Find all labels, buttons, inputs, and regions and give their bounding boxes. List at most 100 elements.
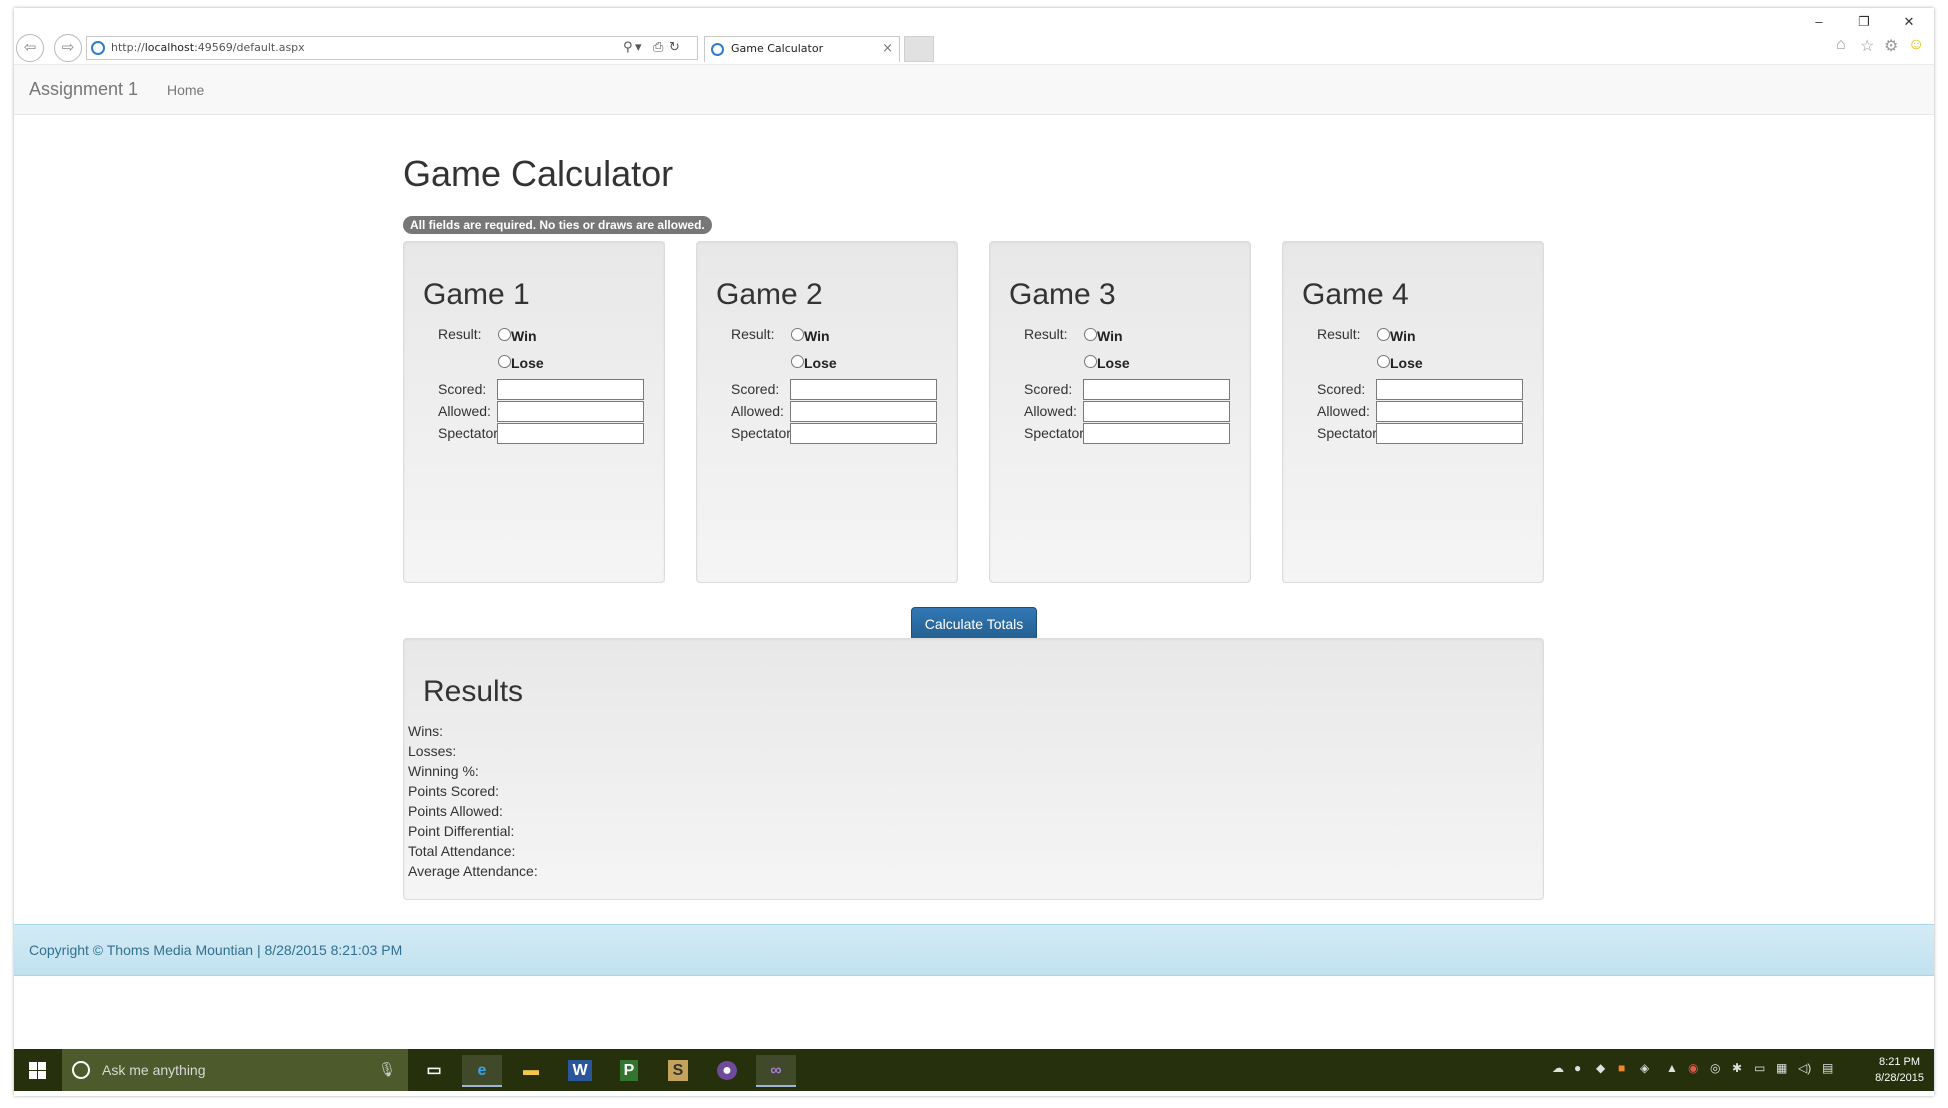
close-tab-icon[interactable]: × (882, 37, 893, 61)
page-title: Game Calculator (403, 153, 674, 194)
cortana-search-box[interactable]: Ask me anything 🎙 (62, 1049, 408, 1091)
requirement-badge: All fields are required. No ties or draw… (403, 216, 712, 234)
home-icon[interactable]: ⌂ (1836, 36, 1846, 54)
volume-icon[interactable]: ◁) (1798, 1061, 1811, 1075)
feedback-smiley-icon[interactable]: ☺ (1908, 36, 1924, 54)
spectator-input[interactable] (497, 423, 644, 444)
scored-input[interactable] (790, 379, 937, 400)
back-button[interactable]: ⇦ (16, 34, 44, 62)
internet-explorer-icon[interactable]: e (462, 1055, 502, 1087)
search-placeholder: Ask me anything (102, 1062, 206, 1078)
start-button[interactable] (14, 1049, 60, 1091)
compat-view-icon[interactable]: ⎙ (653, 37, 663, 59)
lose-label[interactable]: Lose (1390, 355, 1423, 371)
close-window-icon[interactable]: ✕ (1894, 14, 1924, 30)
settings-gear-icon[interactable]: ⚙ (1884, 36, 1898, 56)
taskbar-clock[interactable]: 8:21 PM 8/28/2015 (1875, 1054, 1924, 1086)
tray-app-icon[interactable]: ✱ (1732, 1061, 1742, 1075)
chrome-icon[interactable]: ◉ (1688, 1061, 1698, 1075)
allowed-label: Allowed: (1317, 403, 1370, 419)
result-average-attendance: Average Attendance: (408, 863, 538, 879)
cortana-icon (72, 1061, 90, 1079)
file-explorer-icon[interactable]: ▬ (511, 1055, 551, 1087)
tray-app-icon[interactable]: ◎ (1710, 1061, 1720, 1075)
spectator-input[interactable] (1083, 423, 1230, 444)
lose-radio[interactable] (1084, 355, 1097, 368)
search-icon[interactable]: ⚲ (623, 37, 633, 59)
visual-studio-icon[interactable]: ∞ (756, 1055, 796, 1087)
browser-chrome: ⇦ ⇨ http://localhost:49569/default.aspx … (14, 8, 1934, 64)
refresh-icon[interactable]: ↻ (669, 37, 680, 59)
spectator-label: Spectator (731, 425, 791, 441)
game-title: Game 3 (1009, 278, 1116, 311)
spectator-label: Spectator (1024, 425, 1084, 441)
scored-label: Scored: (731, 381, 780, 397)
win-label[interactable]: Win (511, 328, 537, 344)
result-label: Result: (1024, 326, 1068, 342)
results-title: Results (423, 675, 524, 708)
restore-icon[interactable]: ❐ (1849, 14, 1879, 30)
lose-label[interactable]: Lose (1097, 355, 1130, 371)
scored-label: Scored: (1024, 381, 1073, 397)
game-title: Game 1 (423, 278, 530, 311)
notification-bell-icon[interactable]: ▲ (1666, 1061, 1678, 1075)
snipping-tool-icon[interactable]: S (658, 1055, 698, 1087)
address-bar[interactable]: http://localhost:49569/default.aspx ⚲ ▾ … (86, 36, 698, 60)
spectator-input[interactable] (790, 423, 937, 444)
game-panel-1: Game 1 Result: Win Lose Scored: Allowed:… (403, 241, 665, 583)
task-view-icon[interactable]: ▭ (414, 1055, 454, 1087)
screen-frame: ⇦ ⇨ http://localhost:49569/default.aspx … (14, 8, 1934, 1096)
github-icon[interactable]: ● (707, 1055, 747, 1087)
calculate-totals-button[interactable]: Calculate Totals (911, 607, 1037, 641)
clock-time: 8:21 PM (1879, 1056, 1921, 1068)
word-icon[interactable]: W (560, 1055, 600, 1087)
microphone-icon[interactable]: 🎙 (378, 1061, 396, 1078)
win-radio[interactable] (498, 328, 511, 341)
win-label[interactable]: Win (1390, 328, 1416, 344)
minimize-icon[interactable]: – (1804, 14, 1834, 29)
win-label[interactable]: Win (1097, 328, 1123, 344)
tray-app-icon[interactable]: ■ (1618, 1061, 1625, 1075)
tray-app-icon[interactable]: ◆ (1596, 1061, 1605, 1075)
dropdown-icon[interactable]: ▾ (635, 37, 642, 59)
win-radio[interactable] (1084, 328, 1097, 341)
allowed-input[interactable] (1083, 401, 1230, 422)
scored-input[interactable] (1376, 379, 1523, 400)
nav-link-home[interactable]: Home (167, 82, 204, 98)
result-losses: Losses: (408, 743, 457, 759)
power-icon[interactable]: ▭ (1754, 1061, 1765, 1075)
favorites-star-icon[interactable]: ☆ (1860, 36, 1874, 56)
tray-app-icon[interactable]: ◈ (1640, 1061, 1649, 1075)
tab-title: Game Calculator (731, 42, 824, 55)
network-icon[interactable]: ▦ (1776, 1061, 1787, 1075)
page-footer: Copyright © Thoms Media Mountian | 8/28/… (14, 924, 1934, 976)
allowed-input[interactable] (790, 401, 937, 422)
result-label: Result: (731, 326, 775, 342)
allowed-input[interactable] (1376, 401, 1523, 422)
win-label[interactable]: Win (804, 328, 830, 344)
scored-label: Scored: (1317, 381, 1366, 397)
project-icon[interactable]: P (609, 1055, 649, 1087)
new-tab-button[interactable] (904, 36, 934, 62)
forward-button[interactable]: ⇨ (54, 34, 82, 62)
lose-radio[interactable] (791, 355, 804, 368)
scored-input[interactable] (497, 379, 644, 400)
ie-tab-icon (711, 43, 724, 56)
win-radio[interactable] (1377, 328, 1390, 341)
onedrive-icon[interactable]: ☁ (1552, 1061, 1564, 1075)
lose-label[interactable]: Lose (511, 355, 544, 371)
win-radio[interactable] (791, 328, 804, 341)
result-winning-pct: Winning %: (408, 763, 479, 779)
allowed-label: Allowed: (438, 403, 491, 419)
lose-label[interactable]: Lose (804, 355, 837, 371)
navbar-brand[interactable]: Assignment 1 (29, 79, 138, 100)
url-text: http://localhost:49569/default.aspx (111, 41, 305, 54)
tray-app-icon[interactable]: ● (1574, 1061, 1581, 1075)
scored-input[interactable] (1083, 379, 1230, 400)
lose-radio[interactable] (1377, 355, 1390, 368)
spectator-input[interactable] (1376, 423, 1523, 444)
action-center-icon[interactable]: ▤ (1822, 1061, 1833, 1075)
allowed-input[interactable] (497, 401, 644, 422)
tab-game-calculator[interactable]: Game Calculator × (704, 36, 900, 62)
lose-radio[interactable] (498, 355, 511, 368)
